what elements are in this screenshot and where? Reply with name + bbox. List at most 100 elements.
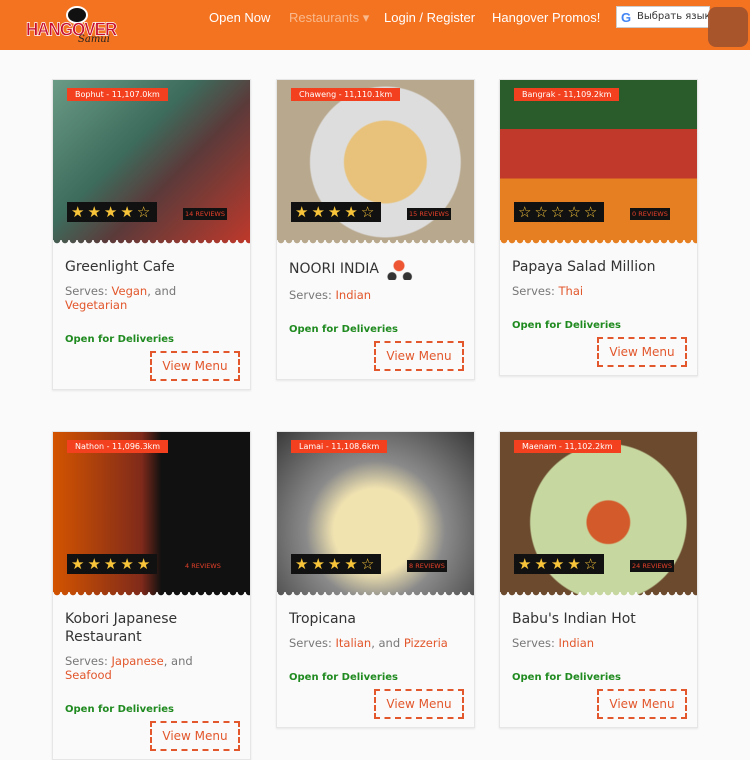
serves-line: Serves: Vegan, and Vegetarian [65, 284, 177, 312]
reviews-count[interactable]: 8 REVIEWS [407, 560, 447, 572]
view-menu-button[interactable]: View Menu [597, 337, 687, 367]
nav-login-register[interactable]: Login / Register [384, 10, 475, 25]
language-label: Выбрать язык [637, 11, 710, 22]
logo-subtext: Samui [78, 34, 110, 45]
location-badge: Bophut - 11,107.0km [67, 88, 168, 101]
star-filled-icon: ★ [311, 203, 328, 221]
restaurant-image[interactable]: Maenam - 11,102.2km ★★★★☆ 24 REVIEWS [500, 432, 697, 596]
location-badge: Bangrak - 11,109.2km [514, 88, 620, 101]
language-selector[interactable]: G Выбрать язык [616, 6, 710, 28]
location-badge: Nathon - 11,096.3km [67, 440, 169, 453]
star-filled-icon: ★ [344, 555, 361, 573]
cuisine-link[interactable]: Japanese [112, 654, 164, 668]
star-filled-icon: ★ [518, 555, 535, 573]
reviews-count[interactable]: 15 REVIEWS [407, 208, 451, 220]
rating-stars: ★★★★☆ [67, 202, 158, 222]
delivery-status: Open for Deliveries [289, 672, 399, 683]
restaurant-name[interactable]: NOORI INDIA [289, 258, 462, 280]
star-empty-icon: ☆ [550, 203, 568, 221]
star-filled-icon: ★ [120, 555, 137, 573]
star-empty-icon: ☆ [567, 203, 584, 221]
restaurant-card: Maenam - 11,102.2km ★★★★☆ 24 REVIEWS Bab… [499, 431, 698, 728]
cuisine-link[interactable]: Pizzeria [404, 636, 448, 650]
star-filled-icon: ★ [120, 203, 137, 221]
rating-stars: ☆☆☆☆☆ [514, 202, 605, 222]
serves-line: Serves: Japanese, and Seafood [65, 654, 193, 682]
star-empty-icon: ☆ [583, 203, 601, 221]
reviews-count[interactable]: 0 REVIEWS [630, 208, 670, 220]
nav-hangover-promos[interactable]: Hangover Promos! [492, 10, 600, 25]
serves-line: Serves: Thai [512, 284, 584, 298]
star-filled-icon: ★ [550, 555, 568, 573]
star-filled-icon: ★ [567, 555, 584, 573]
restaurant-name[interactable]: Babu's Indian Hot [512, 610, 685, 628]
star-empty-icon: ☆ [136, 203, 154, 221]
restaurant-name[interactable]: Papaya Salad Million [512, 258, 685, 276]
star-filled-icon: ★ [327, 203, 345, 221]
rating-stars: ★★★★★ [67, 554, 158, 574]
restaurant-card: Bangrak - 11,109.2km ☆☆☆☆☆ 0 REVIEWS Pap… [499, 79, 698, 376]
rating-stars: ★★★★☆ [514, 554, 605, 574]
star-empty-icon: ☆ [518, 203, 535, 221]
star-filled-icon: ★ [71, 203, 88, 221]
restaurant-image[interactable]: Nathon - 11,096.3km ★★★★★ 4 REVIEWS [53, 432, 250, 596]
star-filled-icon: ★ [534, 555, 551, 573]
view-menu-button[interactable]: View Menu [374, 341, 464, 371]
delivery-status: Open for Deliveries [289, 324, 399, 335]
delivery-status: Open for Deliveries [65, 704, 175, 715]
restaurant-image[interactable]: Chaweng - 11,110.1km ★★★★☆ 15 REVIEWS [277, 80, 474, 244]
star-filled-icon: ★ [136, 555, 154, 573]
location-badge: Lamai - 11,108.6km [291, 440, 388, 453]
delivery-status: Open for Deliveries [512, 672, 622, 683]
delivery-status: Open for Deliveries [65, 334, 175, 345]
star-filled-icon: ★ [327, 555, 345, 573]
cuisine-link[interactable]: Italian [336, 636, 372, 650]
location-badge: Chaweng - 11,110.1km [291, 88, 401, 101]
restaurant-image[interactable]: Lamai - 11,108.6km ★★★★☆ 8 REVIEWS [277, 432, 474, 596]
cuisine-link[interactable]: Seafood [65, 668, 112, 682]
view-menu-button[interactable]: View Menu [374, 689, 464, 719]
reviews-count[interactable]: 24 REVIEWS [630, 560, 674, 572]
star-empty-icon: ☆ [583, 555, 601, 573]
site-logo[interactable]: HANGOVER Samui [26, 6, 140, 46]
nav-restaurants-dropdown[interactable]: Restaurants ▾ [289, 10, 369, 26]
restaurant-card: Nathon - 11,096.3km ★★★★★ 4 REVIEWS Kobo… [52, 431, 251, 760]
rating-stars: ★★★★☆ [291, 202, 382, 222]
star-filled-icon: ★ [311, 555, 328, 573]
cuisine-link[interactable]: Vegetarian [65, 298, 127, 312]
view-menu-button[interactable]: View Menu [597, 689, 687, 719]
cuisine-link[interactable]: Indian [559, 636, 595, 650]
star-filled-icon: ★ [344, 203, 361, 221]
delivery-scooter-icon [384, 258, 413, 280]
star-filled-icon: ★ [103, 555, 121, 573]
top-navbar: HANGOVER Samui Open Now Restaurants ▾ Log… [0, 0, 750, 50]
star-filled-icon: ★ [87, 203, 104, 221]
nav-open-now[interactable]: Open Now [209, 10, 270, 25]
location-badge: Maenam - 11,102.2km [514, 440, 621, 453]
restaurant-card: Lamai - 11,108.6km ★★★★☆ 8 REVIEWS Tropi… [276, 431, 475, 728]
rating-stars: ★★★★☆ [291, 554, 382, 574]
restaurant-card: Chaweng - 11,110.1km ★★★★☆ 15 REVIEWS NO… [276, 79, 475, 380]
cuisine-link[interactable]: Vegan [112, 284, 148, 298]
restaurant-name[interactable]: Tropicana [289, 610, 462, 628]
restaurant-name[interactable]: Greenlight Cafe [65, 258, 238, 276]
restaurant-image[interactable]: Bophut - 11,107.0km ★★★★☆ 14 REVIEWS [53, 80, 250, 244]
view-menu-button[interactable]: View Menu [150, 721, 240, 751]
reviews-count[interactable]: 4 REVIEWS [183, 560, 223, 572]
google-icon: G [621, 10, 632, 25]
reviews-count[interactable]: 14 REVIEWS [183, 208, 227, 220]
restaurant-image[interactable]: Bangrak - 11,109.2km ☆☆☆☆☆ 0 REVIEWS [500, 80, 697, 244]
delivery-status: Open for Deliveries [512, 320, 622, 331]
serves-line: Serves: Indian [289, 288, 372, 302]
star-filled-icon: ★ [103, 203, 121, 221]
star-empty-icon: ☆ [360, 555, 378, 573]
star-filled-icon: ★ [295, 555, 312, 573]
restaurant-name[interactable]: Kobori Japanese Restaurant [65, 610, 238, 646]
star-empty-icon: ☆ [360, 203, 378, 221]
cuisine-link[interactable]: Indian [336, 288, 372, 302]
view-menu-button[interactable]: View Menu [150, 351, 240, 381]
cuisine-link[interactable]: Thai [559, 284, 584, 298]
basket-icon[interactable] [708, 7, 748, 47]
star-filled-icon: ★ [295, 203, 312, 221]
restaurant-card: Bophut - 11,107.0km ★★★★☆ 14 REVIEWS Gre… [52, 79, 251, 390]
